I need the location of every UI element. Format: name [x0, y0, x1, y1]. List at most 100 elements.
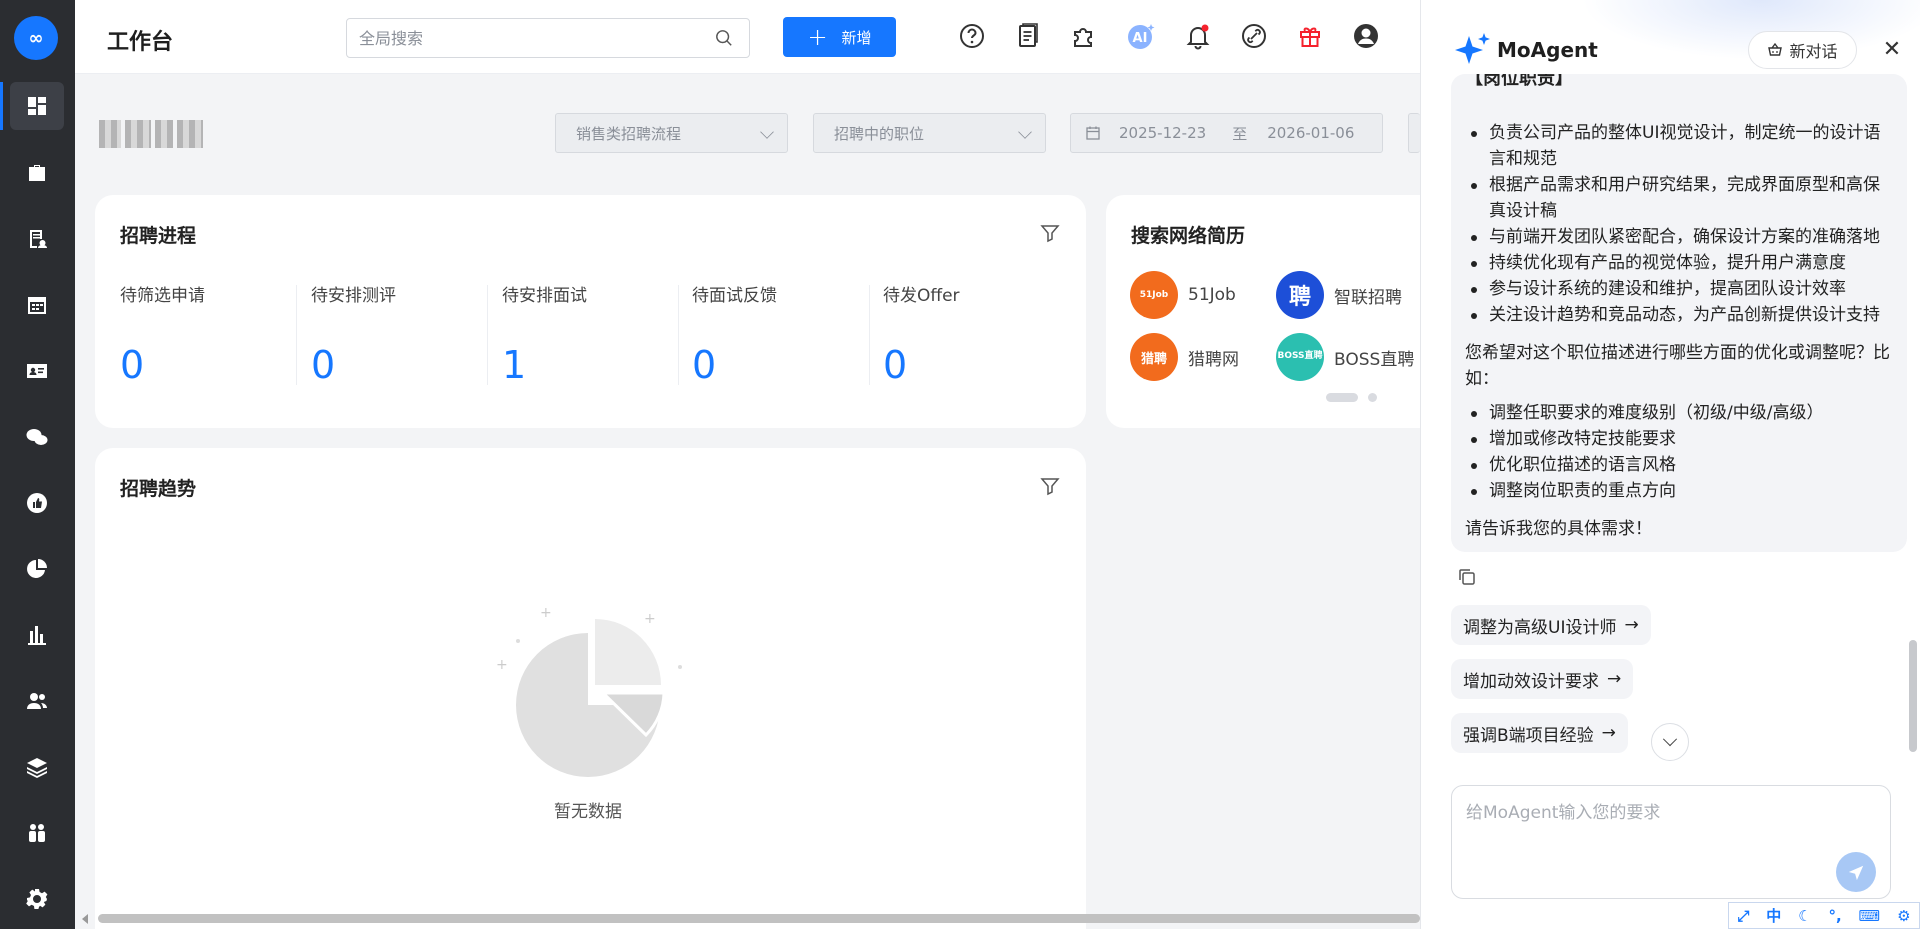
suggestion-chip[interactable]: 增加动效设计要求 → [1451, 659, 1634, 699]
stat-pending-interview[interactable]: 待安排面试 1 [502, 281, 692, 387]
app-logo[interactable]: ∞ [14, 16, 58, 60]
stat-pending-offer[interactable]: 待发Offer 0 [883, 281, 1073, 387]
notification-bell-icon[interactable] [1182, 20, 1214, 52]
sidebar-item-dashboard[interactable] [0, 82, 64, 130]
plus-icon: + [807, 23, 828, 51]
stat-label: 待发Offer [883, 286, 960, 306]
scroll-left-icon[interactable] [82, 914, 88, 924]
jobsite-label: BOSS直聘 [1334, 349, 1415, 370]
jobsite-label: 猎聘网 [1188, 349, 1239, 370]
list-item: 增加或修改特定技能要求 [1465, 426, 1895, 452]
new-chat-button[interactable]: 新对话 [1748, 31, 1857, 69]
chevron-down-icon [760, 125, 774, 139]
stat-pending-feedback[interactable]: 待面试反馈 0 [692, 281, 882, 387]
help-icon[interactable] [956, 20, 988, 52]
thumbs-up-icon [27, 493, 47, 513]
moagent-panel: MoAgent 新对话 ✕ 【岗位职责】 负责公司产品的整体UI视觉设计，制定统… [1420, 0, 1920, 929]
sidebar-item-settings[interactable] [10, 875, 64, 923]
sidebar-item-users[interactable] [10, 677, 64, 725]
keyboard-icon[interactable]: ⌨ [1859, 907, 1881, 925]
suggestion-chip[interactable]: 调整为高级UI设计师 → [1451, 605, 1651, 645]
sidebar-item-reports[interactable] [10, 545, 64, 593]
stat-value: 0 [692, 343, 717, 387]
carousel-dot[interactable] [1368, 393, 1377, 402]
stat-label: 待面试反馈 [692, 286, 777, 306]
ime-mode-icon[interactable]: ⤢ [1737, 907, 1749, 925]
divider [487, 285, 488, 385]
message-input[interactable] [1466, 798, 1866, 858]
section-heading: 【岗位职责】 [1465, 74, 1573, 89]
sidebar-item-wechat[interactable] [10, 413, 64, 461]
jobsite-label: 51Job [1188, 285, 1236, 305]
zhilian-logo-icon: 聘 [1276, 271, 1324, 319]
list-item: 优化职位描述的语言风格 [1465, 452, 1895, 478]
sidebar-item-recommend[interactable] [10, 479, 64, 527]
stat-label: 待筛选申请 [120, 286, 205, 306]
date-range-picker[interactable]: 2025-12-23 至 2026-01-06 [1070, 113, 1383, 153]
suggestion-label: 增加动效设计要求 [1463, 671, 1599, 692]
send-icon [1848, 865, 1864, 881]
calendar-icon [1086, 126, 1100, 140]
global-search[interactable] [346, 18, 750, 58]
stat-value: 1 [502, 343, 527, 387]
sidebar-item-calendar[interactable] [10, 281, 64, 329]
plugin-icon[interactable] [1068, 20, 1100, 52]
jobsite-liepin[interactable]: 猎聘 猎聘网 [1130, 333, 1239, 381]
search-input[interactable] [347, 19, 707, 57]
sidebar-item-jobs[interactable] [10, 149, 64, 197]
arrow-right-icon: → [1607, 669, 1622, 689]
stat-value: 0 [883, 343, 908, 387]
search-icon[interactable] [715, 29, 733, 47]
sidebar-item-layers[interactable] [10, 743, 64, 791]
dashboard-icon [28, 97, 46, 115]
send-button[interactable] [1836, 852, 1876, 892]
divider [869, 285, 870, 385]
punctuation-icon[interactable]: °, [1828, 907, 1841, 925]
card-title: 招聘趋势 [120, 478, 197, 500]
copy-icon[interactable] [1457, 567, 1477, 587]
new-chat-label: 新对话 [1789, 42, 1838, 61]
user-avatar-icon[interactable] [1350, 20, 1382, 52]
list-item: 根据产品需求和用户研究结果，完成界面原型和高保真设计稿 [1465, 172, 1895, 224]
sidebar-item-team[interactable] [10, 809, 64, 857]
jobsite-boss[interactable]: BOSS直聘 BOSS直聘 [1276, 333, 1414, 381]
filter-icon[interactable] [1040, 476, 1060, 496]
jobsite-zhilian[interactable]: 聘 智联招聘 [1276, 271, 1402, 319]
process-select[interactable]: 销售类招聘流程 [555, 113, 788, 153]
jobsite-51job[interactable]: 51Job 51Job [1130, 271, 1236, 319]
sparkle-logo-icon [1455, 33, 1490, 64]
top-header: 工作台 + 新增 AI [75, 0, 1420, 74]
moon-icon[interactable]: ☾ [1798, 907, 1811, 925]
position-select[interactable]: 招聘中的职位 [813, 113, 1046, 153]
stat-pending-screening[interactable]: 待筛选申请 0 [120, 281, 310, 387]
scroll-to-bottom-button[interactable] [1651, 723, 1689, 761]
close-icon[interactable]: ✕ [1879, 36, 1905, 62]
gear-icon[interactable]: ⚙ [1897, 907, 1910, 925]
blurred-user-name [99, 120, 217, 150]
ai-icon[interactable]: AI [1125, 20, 1157, 52]
sidebar-item-candidates[interactable] [10, 347, 64, 395]
sidebar-item-statistics[interactable] [10, 611, 64, 659]
new-button[interactable]: + 新增 [783, 17, 896, 57]
card-title: 招聘进程 [120, 225, 197, 247]
suggestion-label: 调整为高级UI设计师 [1463, 617, 1617, 638]
stat-label: 待安排面试 [502, 286, 587, 306]
more-filter-select[interactable] [1408, 113, 1420, 153]
svg-text:+: + [496, 657, 508, 673]
gift-icon[interactable] [1294, 20, 1326, 52]
options-list: 调整任职要求的难度级别（初级/中级/高级） 增加或修改特定技能要求 优化职位描述… [1465, 400, 1895, 504]
panel-scrollbar-thumb[interactable] [1909, 640, 1917, 752]
carousel-dot-active[interactable] [1326, 393, 1358, 402]
sidebar-item-resume[interactable] [10, 215, 64, 263]
stat-pending-assessment[interactable]: 待安排测评 0 [311, 281, 501, 387]
date-start[interactable]: 2025-12-23 [1119, 124, 1206, 142]
suggestion-chip[interactable]: 强调B端项目经验 → [1451, 713, 1628, 753]
link-icon[interactable] [1238, 20, 1270, 52]
document-icon[interactable] [1012, 20, 1044, 52]
date-end[interactable]: 2026-01-06 [1267, 124, 1354, 142]
horizontal-scrollbar[interactable] [78, 912, 1420, 926]
list-item: 负责公司产品的整体UI视觉设计，制定统一的设计语言和规范 [1465, 120, 1895, 172]
scrollbar-thumb[interactable] [98, 914, 1420, 923]
ime-language[interactable]: 中 [1766, 905, 1781, 926]
filter-icon[interactable] [1040, 223, 1060, 243]
